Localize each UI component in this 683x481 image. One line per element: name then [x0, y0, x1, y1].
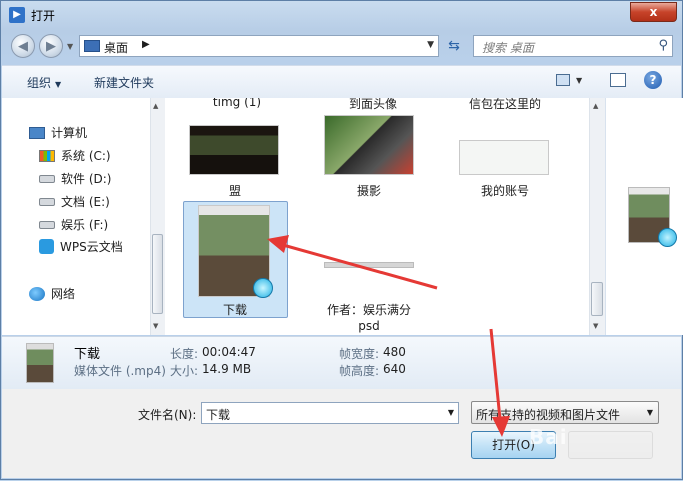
red-arrow-to-open-button — [489, 328, 510, 437]
open-file-dialog: ▶ 打开 x ◀ ▶ ▼ 桌面 ▶ ▼ ⇆ 搜索 桌面 ⚲ 组织 ▼ 新建文件夹 … — [0, 0, 683, 480]
annotation-arrows — [267, 235, 510, 437]
red-arrow-to-file — [267, 235, 438, 290]
